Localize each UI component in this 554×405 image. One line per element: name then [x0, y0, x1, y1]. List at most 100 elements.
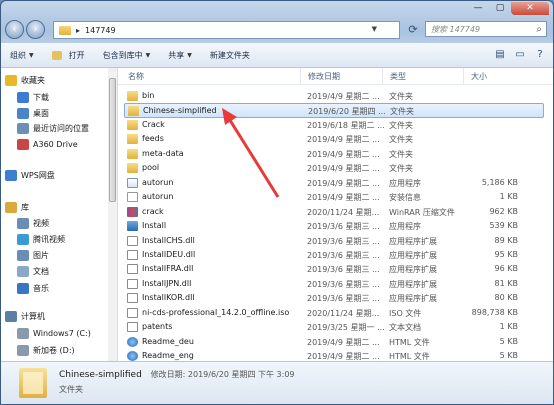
details-pane: Chinese-simplified 修改日期: 2019/6/20 星期四 下…	[1, 361, 553, 404]
sidebar-item[interactable]: 文档	[17, 264, 49, 279]
dropdown-arrow-icon: ▼	[187, 51, 192, 59]
open-button[interactable]: 打开	[43, 43, 94, 67]
sidebar-scrollbar[interactable]	[108, 68, 117, 361]
file-row[interactable]: InstallJPN.dll 2019/3/6 星期三 ... 应用程序扩展 81 K…	[124, 277, 544, 291]
file-row[interactable]: feeds 2019/4/9 星期二 ... 文件夹	[124, 132, 544, 146]
column-size[interactable]: 大小	[471, 71, 487, 82]
sidebar-item[interactable]: Windows7 (C:)	[17, 326, 91, 341]
file-date: 2019/4/9 星期二 ...	[307, 193, 380, 203]
file-date: 2019/3/25 星期一 ...	[307, 323, 385, 333]
column-name[interactable]: 名称	[128, 71, 144, 82]
file-row[interactable]: autorun 2019/4/9 星期二 ... 安装信息 1 KB	[124, 190, 544, 204]
file-date: 2019/4/9 星期二 ...	[307, 92, 380, 101]
sidebar-item[interactable]: 图片	[17, 248, 49, 263]
file-type: 文件夹	[389, 135, 413, 145]
help-icon[interactable]: ?	[533, 47, 547, 61]
command-bar: 组织 ▼ 打开 包含到库中 ▼ 共享 ▼ 新建文件夹 ▤ ▭ ?	[1, 43, 553, 68]
file-size: 81 KB	[494, 278, 518, 288]
file-row[interactable]: Crack 2019/6/18 星期二 ... 文件夹	[124, 118, 544, 132]
view-options-icon[interactable]: ▤	[493, 47, 507, 61]
column-divider[interactable]	[382, 68, 383, 84]
file-name: bin	[142, 91, 155, 100]
scrollbar-thumb[interactable]	[109, 78, 116, 202]
address-history-dropdown[interactable]: ▼	[372, 25, 377, 33]
file-row[interactable]: ni-cds-professional_14.2.0_offline.iso 20…	[124, 306, 544, 320]
nav-buttons: ‹ ›	[5, 20, 45, 39]
folder-icon	[127, 163, 138, 174]
file-row[interactable]: patents 2019/3/25 星期一 ... 文本文档 1 KB	[124, 320, 544, 334]
file-size: 1 KB	[499, 192, 518, 202]
video-icon	[17, 218, 29, 229]
star-icon	[5, 75, 17, 86]
new-folder-button[interactable]: 新建文件夹	[201, 43, 259, 67]
navigation-pane: 收藏夹下载桌面 最近访问的位置 A360 Drive WPS网盘库视频腾讯视频图片文档…	[1, 68, 118, 361]
file-size: 95 KB	[494, 249, 518, 259]
file-row[interactable]: autorun 2019/4/9 星期二 ... 应用程序 5,186 KB	[124, 176, 544, 190]
file-row[interactable]: InstallDEU.dll 2019/3/6 星期三 ... 应用程序扩展 95 K…	[124, 248, 544, 262]
file-row[interactable]: InstallFRA.dll 2019/3/6 星期三 ... 应用程序扩展 96 K…	[124, 262, 544, 276]
sidebar-item[interactable]: 音乐	[17, 281, 49, 296]
file-name: Readme_eng	[142, 351, 194, 361]
file-row[interactable]: meta-data 2019/4/9 星期二 ... 文件夹	[124, 147, 544, 161]
sidebar-item-label: Windows7 (C:)	[33, 329, 91, 338]
sidebar-item[interactable]: 腾讯视频	[17, 232, 65, 247]
sidebar-item[interactable]: 下载	[17, 90, 49, 105]
view-controls: ▤ ▭ ?	[493, 47, 547, 61]
file-row[interactable]: bin 2019/4/9 星期二 ... 文件夹	[124, 89, 544, 103]
column-header: 名称 修改日期 类型 大小	[118, 68, 553, 85]
file-row[interactable]: crack 2020/11/24 星期... WinRAR 压缩文件 962 KB	[124, 205, 544, 219]
file-row[interactable]: InstallKOR.dll 2019/3/6 星期三 ... 应用程序扩展 80 K…	[124, 291, 544, 305]
column-divider[interactable]	[300, 68, 301, 84]
organize-button[interactable]: 组织 ▼	[1, 43, 43, 67]
dll-icon	[127, 235, 138, 246]
file-name: InstallKOR.dll	[142, 293, 195, 303]
file-row[interactable]: pool 2019/4/9 星期二 ... 文件夹	[124, 161, 544, 175]
sidebar-item[interactable]: 收藏夹	[5, 73, 45, 88]
sidebar-item[interactable]: 桌面	[17, 106, 49, 121]
file-size: 89 KB	[494, 235, 518, 245]
file-date: 2019/4/9 星期二 ...	[307, 164, 380, 174]
sidebar-item[interactable]: WPS网盘	[5, 168, 55, 183]
sidebar-item[interactable]: 视频	[17, 216, 49, 231]
file-name: InstallDEU.dll	[142, 249, 196, 259]
tencent-video-icon	[17, 234, 29, 245]
file-type: ISO 文件	[389, 308, 422, 318]
file-row[interactable]: Readme_deu 2019/4/9 星期二 ... HTML 文件 5 KB	[124, 335, 544, 349]
file-row[interactable]: InstallCHS.dll 2019/3/6 星期三 ... 应用程序扩展 89 K…	[124, 234, 544, 248]
file-name: pool	[142, 163, 160, 173]
share-button[interactable]: 共享 ▼	[159, 43, 201, 67]
file-row[interactable]: Install 2019/3/6 星期三 ... 应用程序 539 KB	[124, 219, 544, 233]
minimize-button[interactable]: —	[467, 2, 489, 15]
file-type: 应用程序	[389, 222, 421, 232]
sidebar-item[interactable]: 最近访问的位置	[17, 121, 89, 136]
column-divider[interactable]	[463, 68, 464, 84]
file-row[interactable]: Chinese-simplified 2019/6/20 星期四 ... 文件夹	[124, 103, 544, 118]
forward-button[interactable]: ›	[26, 20, 45, 39]
chevron-right-icon[interactable]: ▸	[76, 26, 80, 35]
sidebar-item-label: 下载	[33, 93, 49, 102]
refresh-button[interactable]: ⟳	[405, 21, 421, 37]
include-library-button[interactable]: 包含到库中 ▼	[94, 43, 160, 67]
column-type[interactable]: 类型	[390, 71, 406, 82]
file-name: InstallFRA.dll	[142, 264, 194, 274]
back-button[interactable]: ‹	[5, 20, 24, 39]
sidebar-item[interactable]: A360 Drive	[17, 137, 78, 152]
close-button[interactable]: ✕	[511, 2, 549, 15]
address-bar[interactable]: ▸ 147749 ▼	[53, 21, 400, 39]
sidebar-item[interactable]: 新加卷 (D:)	[17, 343, 75, 358]
pictures-icon	[17, 250, 29, 261]
preview-pane-icon[interactable]: ▭	[513, 47, 527, 61]
file-row[interactable]: Readme_eng 2019/4/9 星期二 ... HTML 文件 5 KB	[124, 349, 544, 361]
inst-icon	[127, 221, 138, 232]
column-date[interactable]: 修改日期	[308, 71, 340, 82]
sidebar-item[interactable]: 计算机	[5, 309, 45, 324]
file-name: Readme_deu	[142, 336, 194, 346]
sidebar-item-label: 图片	[33, 251, 49, 260]
maximize-button[interactable]: ▢	[489, 2, 511, 15]
file-date: 2020/11/24 星期...	[307, 308, 380, 318]
sidebar-item-label: 文档	[33, 267, 49, 276]
sidebar-item-label: 视频	[33, 219, 49, 228]
search-input[interactable]: 搜索 147749 ⌕	[425, 21, 547, 37]
sidebar-item[interactable]: 库	[5, 200, 29, 215]
file-date: 2019/3/6 星期三 ...	[307, 250, 380, 260]
